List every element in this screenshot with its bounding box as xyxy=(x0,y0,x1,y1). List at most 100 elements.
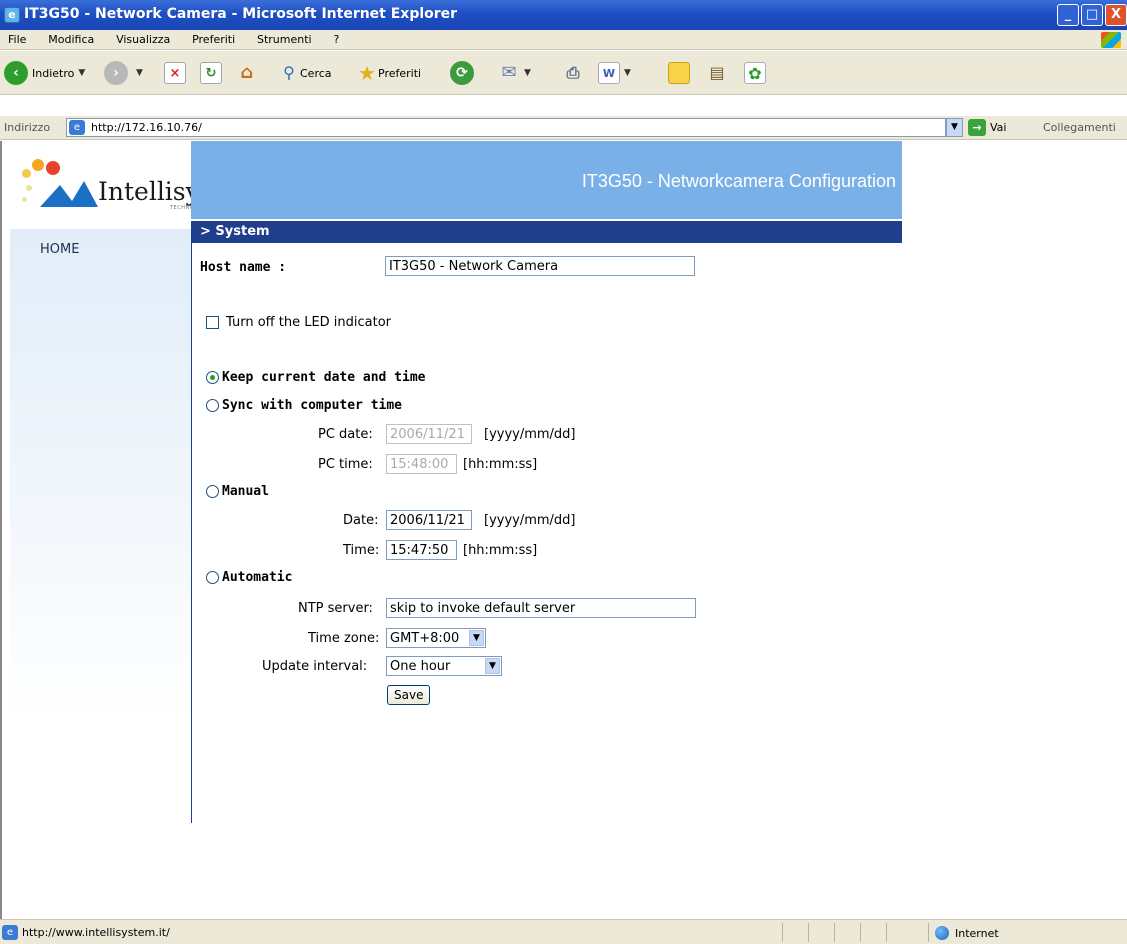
manual-time-label: Manual xyxy=(222,484,269,499)
automatic-time-radio[interactable] xyxy=(206,571,219,584)
mail-icon: ✉ xyxy=(501,62,517,83)
sync-time-radio[interactable] xyxy=(206,399,219,412)
messenger-button[interactable]: ✿ xyxy=(744,59,766,87)
history-button[interactable]: ⟳ xyxy=(450,59,478,87)
print-button[interactable]: ⎙ xyxy=(562,59,584,87)
search-button[interactable]: ⚲ Cerca xyxy=(278,59,332,87)
forward-button[interactable]: › ▼ xyxy=(104,59,143,87)
forward-dropdown-icon[interactable]: ▼ xyxy=(136,68,143,78)
pc-date-format: [yyyy/mm/dd] xyxy=(484,427,576,442)
sync-time-label: Sync with computer time xyxy=(222,398,403,413)
status-separator xyxy=(886,923,887,942)
save-button[interactable]: Save xyxy=(387,685,431,705)
back-dropdown-icon[interactable]: ▼ xyxy=(78,68,85,78)
pc-date-input[interactable]: 2006/11/21 xyxy=(386,424,472,444)
menu-item-help[interactable]: ? xyxy=(333,30,339,50)
section-title: > System xyxy=(200,224,270,239)
led-label: Turn off the LED indicator xyxy=(226,315,392,330)
maximize-button[interactable]: □ xyxy=(1081,4,1103,26)
manual-time-radio[interactable] xyxy=(206,485,219,498)
menu-item-preferiti[interactable]: Preferiti xyxy=(192,30,235,50)
menu-item-visualizza[interactable]: Visualizza xyxy=(116,30,170,50)
date-format: [yyyy/mm/dd] xyxy=(484,513,576,528)
flower-icon: ✿ xyxy=(744,62,766,84)
back-arrow-icon: ‹ xyxy=(4,61,28,85)
update-interval-label: Update interval: xyxy=(262,659,368,674)
close-button[interactable]: X xyxy=(1105,4,1127,26)
search-label: Cerca xyxy=(300,66,332,80)
date-label: Date: xyxy=(343,513,379,528)
edit-button[interactable]: W ▼ xyxy=(598,59,631,87)
keep-time-label: Keep current date and time xyxy=(222,370,426,385)
window-title: IT3G50 - Network Camera - Microsoft Inte… xyxy=(24,6,458,22)
date-input[interactable]: 2006/11/21 xyxy=(386,510,472,530)
menu-item-modifica[interactable]: Modifica xyxy=(48,30,94,50)
windows-logo-icon xyxy=(1101,32,1121,48)
favorites-star-icon: ★ xyxy=(358,61,376,85)
page-icon: e xyxy=(69,120,85,135)
time-zone-value: GMT+8:00 xyxy=(390,631,460,646)
pc-time-label: PC time: xyxy=(318,457,373,472)
links-label[interactable]: Collegamenti xyxy=(1043,121,1116,134)
mail-button[interactable]: ✉ ▼ xyxy=(498,59,531,87)
time-zone-label: Time zone: xyxy=(308,631,380,646)
minimize-button[interactable]: _ xyxy=(1057,4,1079,26)
led-checkbox[interactable] xyxy=(206,316,219,329)
chevron-down-icon: ▼ xyxy=(469,630,484,646)
page-title: IT3G50 - Networkcamera Configuration xyxy=(581,171,896,191)
menu-bar: File Modifica Visualizza Preferiti Strum… xyxy=(0,30,1127,50)
favorites-label: Preferiti xyxy=(378,66,422,80)
time-zone-select[interactable]: GMT+8:00 ▼ xyxy=(386,628,486,648)
chevron-down-icon: ▼ xyxy=(485,658,500,674)
pc-time-input[interactable]: 15:48:00 xyxy=(386,454,457,474)
menu-item-strumenti[interactable]: Strumenti xyxy=(257,30,312,50)
stop-button[interactable]: × xyxy=(164,59,186,87)
status-text: http://www.intellisystem.it/ xyxy=(22,926,170,939)
keep-time-radio[interactable] xyxy=(206,371,219,384)
books-icon: ▤ xyxy=(709,63,725,82)
status-separator xyxy=(782,923,783,942)
refresh-button[interactable]: ↻ xyxy=(200,59,222,87)
edit-dropdown-icon[interactable]: ▼ xyxy=(624,68,631,78)
favorites-button[interactable]: ★ Preferiti xyxy=(356,59,421,87)
refresh-icon: ↻ xyxy=(200,62,222,84)
time-label: Time: xyxy=(343,543,380,558)
status-bar: e http://www.intellisystem.it/ Internet xyxy=(0,919,1127,944)
ntp-server-input[interactable]: skip to invoke default server xyxy=(386,598,696,618)
address-input[interactable]: e http://172.16.10.76/ xyxy=(66,118,946,137)
window-title-bar[interactable]: e IT3G50 - Network Camera - Microsoft In… xyxy=(0,0,1127,30)
toolbar: ‹ Indietro ▼ › ▼ × ↻ ⌂ ⚲ Cerca ★ Preferi… xyxy=(0,51,1127,95)
home-icon: ⌂ xyxy=(240,62,254,83)
globe-icon xyxy=(935,926,949,940)
system-form: Host name : IT3G50 - Network Camera Turn… xyxy=(192,243,902,803)
address-label: Indirizzo xyxy=(4,121,51,134)
word-icon: W xyxy=(598,62,620,84)
automatic-time-label: Automatic xyxy=(222,570,293,585)
address-url: http://172.16.10.76/ xyxy=(91,121,202,134)
nav-home-link[interactable]: HOME xyxy=(40,242,79,257)
stop-icon: × xyxy=(164,62,186,84)
go-arrow-icon: → xyxy=(968,119,986,136)
back-button[interactable]: ‹ Indietro ▼ xyxy=(4,59,85,87)
mail-dropdown-icon[interactable]: ▼ xyxy=(524,68,531,78)
go-button[interactable]: → Vai xyxy=(968,119,1006,136)
security-zone[interactable]: Internet xyxy=(935,926,999,940)
ie-app-icon: e xyxy=(4,7,20,23)
update-interval-select[interactable]: One hour ▼ xyxy=(386,656,502,676)
page-content: Intellisystem TECHNOLOGIES HOME IT3G50 -… xyxy=(0,141,1127,919)
note-button[interactable] xyxy=(668,59,690,87)
zone-label: Internet xyxy=(955,926,999,940)
search-icon: ⚲ xyxy=(283,63,295,82)
pc-date-label: PC date: xyxy=(318,427,373,442)
address-dropdown-icon[interactable]: ▼ xyxy=(946,118,963,137)
status-separator xyxy=(834,923,835,942)
status-separator xyxy=(928,923,929,942)
home-button[interactable]: ⌂ xyxy=(236,59,258,87)
print-icon: ⎙ xyxy=(566,63,580,82)
time-input[interactable]: 15:47:50 xyxy=(386,540,457,560)
host-name-input[interactable]: IT3G50 - Network Camera xyxy=(385,256,695,276)
page-header: IT3G50 - Networkcamera Configuration xyxy=(191,141,902,219)
update-interval-value: One hour xyxy=(390,659,451,674)
menu-item-file[interactable]: File xyxy=(8,30,26,50)
research-button[interactable]: ▤ xyxy=(706,59,728,87)
